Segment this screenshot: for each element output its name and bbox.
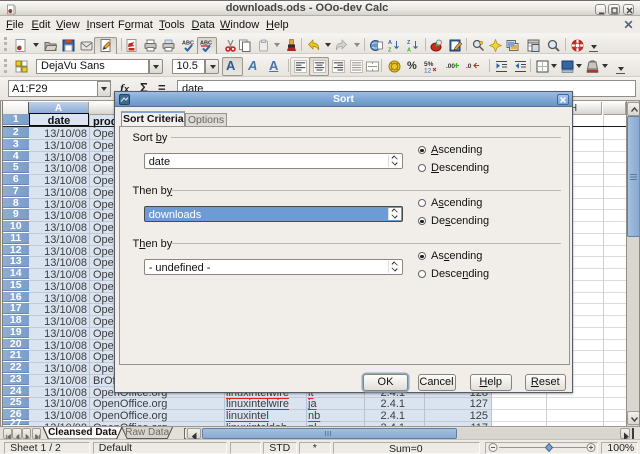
svg-text:A: A	[407, 47, 411, 52]
svg-text:Z: Z	[407, 40, 411, 46]
svg-text:Z: Z	[388, 47, 392, 52]
svg-text:12: 12	[424, 67, 432, 73]
svg-text:.0: .0	[466, 63, 472, 70]
svg-text:.00: .00	[446, 63, 455, 70]
svg-text:A: A	[388, 40, 392, 46]
